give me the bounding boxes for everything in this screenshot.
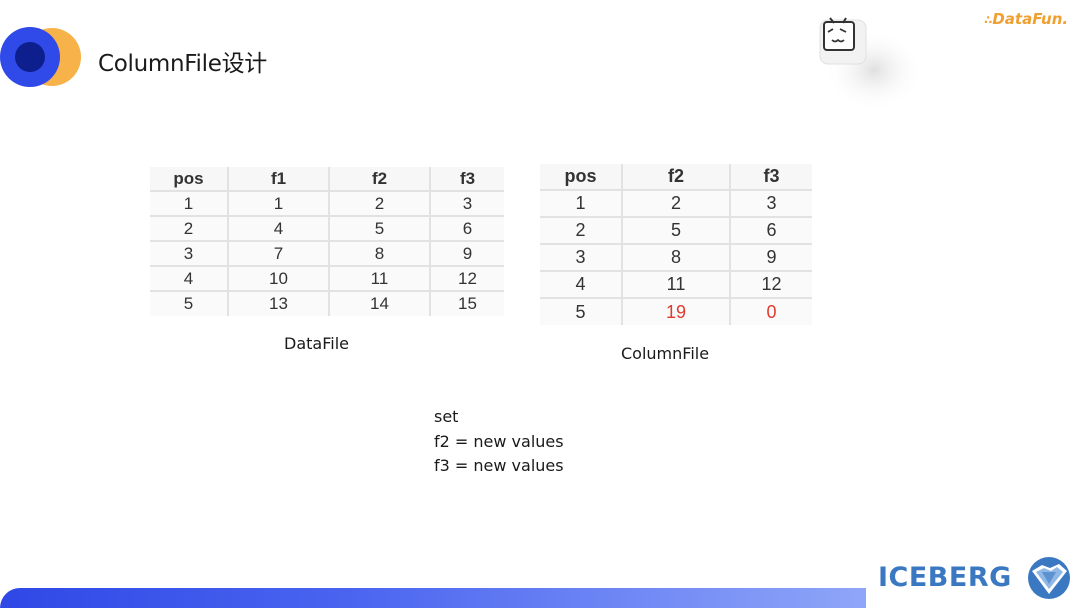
table-cell: 4 [150, 266, 229, 292]
table-row: 4 10 11 12 [150, 266, 504, 292]
table-cell: 10 [228, 266, 330, 292]
mascot-icon [819, 17, 924, 112]
footer-accent-bar [0, 588, 868, 608]
column-header: pos [540, 164, 623, 191]
datafile-table: pos f1 f2 f3 1 1 2 3 2 4 5 6 3 7 8 9 4 1… [150, 167, 504, 316]
column-header: f1 [228, 167, 330, 192]
column-header: f3 [430, 167, 504, 192]
table-row: 1 1 2 3 [150, 191, 504, 217]
table-cell: 8 [622, 244, 731, 272]
table-cell: 1 [540, 190, 623, 218]
datafile-caption: DataFile [284, 334, 349, 353]
table-cell: 7 [228, 241, 330, 267]
table-cell: 6 [430, 216, 504, 242]
columnfile-caption: ColumnFile [621, 344, 710, 363]
table-row: 2 5 6 [540, 217, 812, 245]
table-cell: 12 [430, 266, 504, 292]
iceberg-icon [1028, 557, 1070, 599]
table-row: 3 8 9 [540, 244, 812, 272]
table-header-row: pos f2 f3 [540, 164, 812, 191]
table-header-row: pos f1 f2 f3 [150, 167, 504, 192]
table-cell: 5 [329, 216, 431, 242]
table-cell: 1 [228, 191, 330, 217]
table-cell: 5 [540, 298, 623, 325]
table-cell: 11 [329, 266, 431, 292]
column-header: f2 [622, 164, 731, 191]
presentation-logo-icon [0, 27, 81, 87]
table-cell: 2 [329, 191, 431, 217]
table-row: 1 2 3 [540, 190, 812, 218]
table-cell: 8 [329, 241, 431, 267]
table-cell: 5 [622, 217, 731, 245]
iceberg-logo-text: ICEBERG [878, 562, 1012, 593]
updated-value-cell: 19 [622, 298, 731, 325]
table-cell: 15 [458, 294, 477, 313]
table-cell: 1 [150, 191, 229, 217]
update-line: f3 = new values [434, 456, 564, 475]
update-statement: set f2 = new values f3 = new values [434, 405, 564, 479]
columnfile-table: pos f2 f3 1 2 3 2 5 6 3 8 9 4 11 12 5 19… [540, 164, 812, 325]
table-cell: 3 [430, 191, 504, 217]
table-row: 3 7 8 9 [150, 241, 504, 267]
table-row: 2 4 5 6 [150, 216, 504, 242]
table-cell: 5 [150, 291, 229, 316]
table-cell: 9 [430, 241, 504, 267]
table-cell: 6 [730, 217, 812, 245]
table-cell: 2 [540, 217, 623, 245]
update-line: f2 = new values [434, 431, 564, 451]
table-cell: 2 [622, 190, 731, 218]
table-cell: 2 [150, 216, 229, 242]
datafun-brand-logo: ∴ DataFun. [984, 10, 1069, 28]
table-cell: 4 [228, 216, 330, 242]
table-cell: 14 [329, 291, 431, 316]
table-row: 5 19 0 [540, 298, 812, 325]
iceberg-logo: ICEBERG [866, 548, 1080, 608]
update-line: set [434, 407, 459, 426]
table-row: 4 11 12 [540, 271, 812, 299]
table-cell: 13 [228, 291, 330, 316]
column-header: f3 [730, 164, 812, 191]
column-header: f2 [329, 167, 431, 192]
updated-value-cell: 0 [766, 301, 777, 322]
table-cell: 11 [622, 271, 731, 299]
table-cell: 3 [540, 244, 623, 272]
table-cell: 3 [730, 190, 812, 218]
column-header: pos [150, 167, 229, 192]
page-title: ColumnFile设计 [98, 51, 267, 77]
table-row: 5 13 14 15 [150, 291, 504, 316]
table-cell: 4 [540, 271, 623, 299]
table-cell: 12 [730, 271, 812, 299]
table-cell: 9 [730, 244, 812, 272]
table-cell: 3 [150, 241, 229, 267]
